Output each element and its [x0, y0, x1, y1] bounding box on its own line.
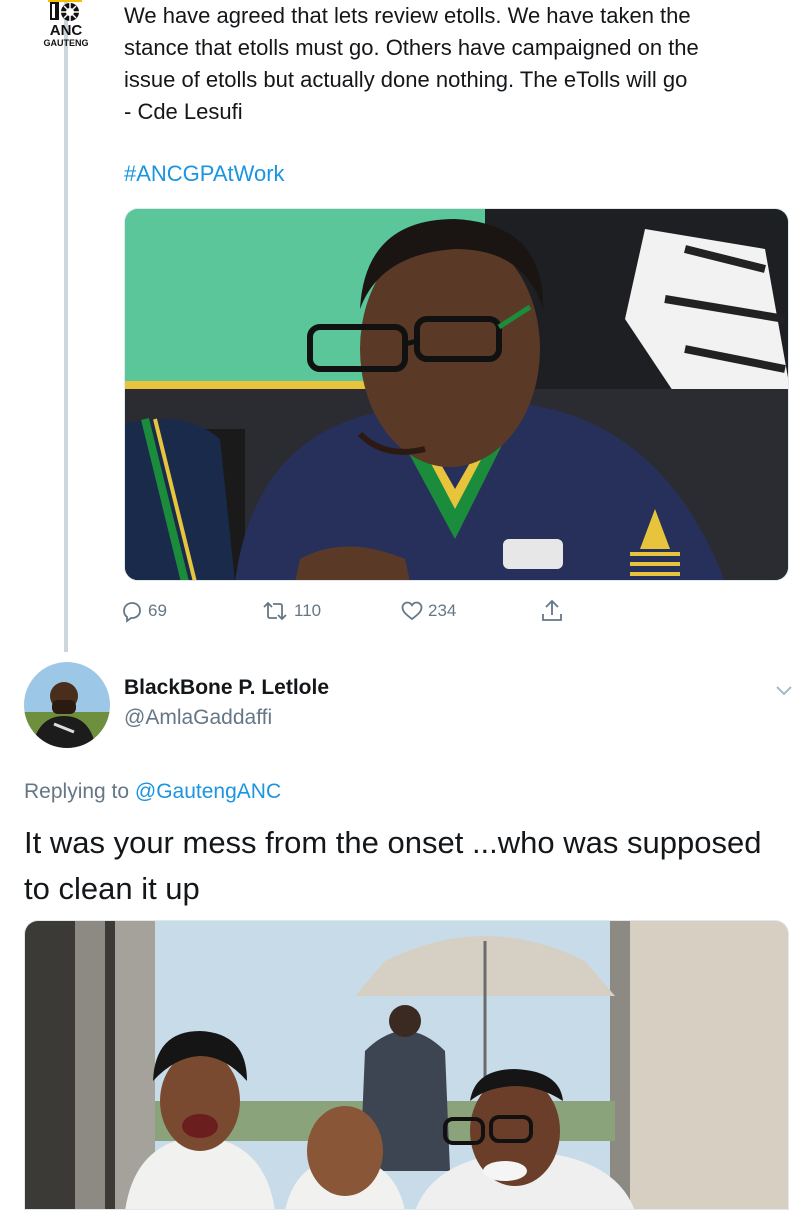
like-action[interactable]: 234 [400, 596, 456, 626]
thread-line [64, 0, 68, 652]
reply-photo[interactable] [24, 920, 789, 1210]
replying-to-mention[interactable]: @GautengANC [135, 780, 281, 803]
retweet-action[interactable]: 110 [260, 596, 321, 626]
tweet-photo[interactable] [124, 208, 789, 581]
anc-emblem-icon [48, 0, 82, 21]
tweet-text: We have agreed that lets review etolls. … [124, 3, 699, 124]
reply-handle[interactable]: @AmlaGaddaffi [124, 706, 272, 730]
heart-icon [401, 601, 423, 621]
retweet-icon [263, 601, 287, 621]
reply-icon [123, 602, 141, 623]
avatar-image [24, 662, 110, 748]
reply-photo-image [25, 921, 788, 1209]
chevron-down-icon[interactable] [774, 684, 794, 698]
tweet-actions: 69 110 234 [120, 596, 580, 626]
reply-action[interactable]: 69 [120, 596, 167, 626]
reply-display-name[interactable]: BlackBone P. Letlole [124, 676, 329, 700]
logo-text-gauteng: GAUTENG [43, 38, 89, 48]
share-icon [542, 599, 562, 621]
tweet-photo-image [125, 209, 788, 580]
replying-prefix: Replying to [24, 780, 130, 803]
replying-to-line: Replying to @GautengANC [24, 780, 281, 804]
like-count: 234 [428, 601, 457, 620]
reply-author-avatar[interactable] [24, 662, 110, 748]
reply-text: It was your mess from the onset ...who w… [24, 825, 762, 906]
retweet-count: 110 [294, 601, 322, 620]
hashtag-link[interactable]: #ANCGPAtWork [124, 158, 285, 190]
logo-text-anc: ANC [49, 22, 83, 39]
share-action[interactable] [540, 596, 564, 626]
reply-count: 69 [148, 601, 167, 620]
author-avatar-anc-logo[interactable]: ANC GAUTENG [40, 0, 92, 48]
